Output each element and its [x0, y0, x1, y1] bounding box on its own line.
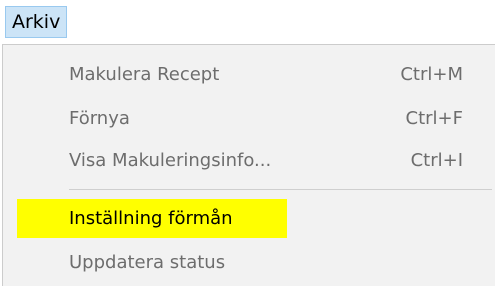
menu-item-makulera-recept[interactable]: Makulera Recept Ctrl+M: [3, 55, 494, 95]
menu-item-visa-makuleringsinfo[interactable]: Visa Makuleringsinfo... Ctrl+I: [3, 141, 494, 181]
menu-item-label: Uppdatera status: [69, 252, 226, 273]
arkiv-dropdown-menu: Makulera Recept Ctrl+M Förnya Ctrl+F Vis…: [2, 44, 495, 286]
menu-item-uppdatera-status[interactable]: Uppdatera status: [3, 243, 494, 283]
menu-item-label: Visa Makuleringsinfo...: [69, 150, 272, 171]
menu-item-label: Inställning förmån: [69, 208, 233, 229]
menu-item-fornya[interactable]: Förnya Ctrl+F: [3, 99, 494, 139]
menu-item-installning-forman[interactable]: Inställning förmån: [3, 199, 494, 239]
menu-item-label: Förnya: [69, 108, 130, 129]
menu-arkiv[interactable]: Arkiv: [5, 6, 68, 38]
menu-item-shortcut: Ctrl+F: [405, 108, 463, 129]
menu-item-label: Makulera Recept: [69, 64, 220, 85]
menu-separator: [69, 189, 492, 190]
menu-bar: Arkiv: [0, 0, 495, 44]
menu-item-shortcut: Ctrl+I: [410, 150, 463, 171]
menu-item-shortcut: Ctrl+M: [400, 64, 463, 85]
